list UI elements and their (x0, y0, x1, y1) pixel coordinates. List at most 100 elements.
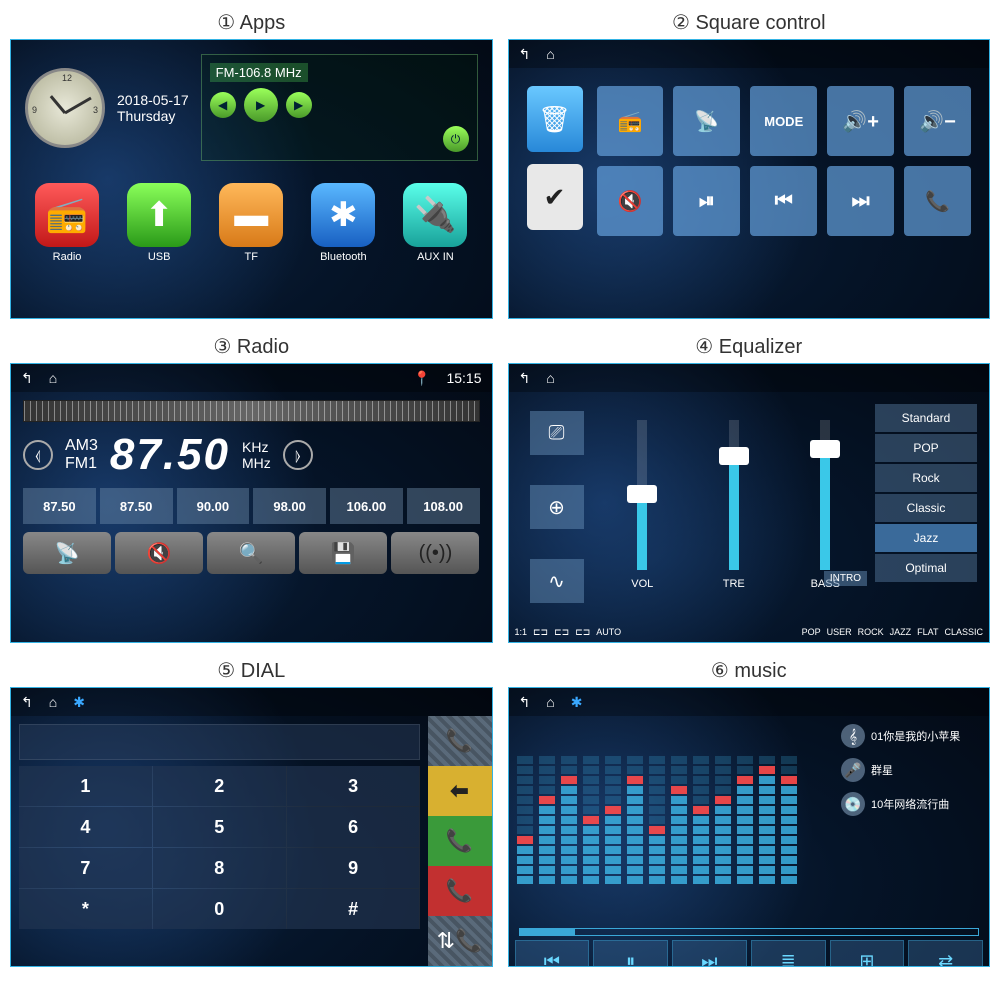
square-btn-1[interactable]: 📡 (673, 86, 740, 156)
music-prev-button[interactable]: ⏮ (515, 940, 590, 967)
back-icon[interactable]: ↰ (519, 46, 531, 63)
scan-button[interactable]: ((•)) (391, 532, 479, 574)
dial-foot-0[interactable]: 📞 (11, 966, 107, 967)
power-icon[interactable]: ⏻ (443, 126, 469, 152)
track-item-2[interactable]: 💿10年网络流行曲 (841, 792, 981, 816)
preset-3[interactable]: 98.00 (253, 488, 326, 524)
eq-foot-item[interactable]: 1:1 (515, 627, 528, 637)
square-btn-8[interactable]: ⏭ (827, 166, 894, 236)
eq-foot-item[interactable]: AUTO (596, 627, 621, 637)
clock-widget[interactable]: 9 12 3 (25, 68, 105, 148)
dial-foot-1[interactable]: 📖 (107, 966, 203, 967)
eq-preset-optimal[interactable]: Optimal (875, 554, 977, 582)
square-btn-5[interactable]: 🔇 (597, 166, 664, 236)
eq-foot-item[interactable]: CLASSIC (944, 627, 983, 637)
next-icon[interactable]: ▶ (286, 92, 312, 118)
preset-2[interactable]: 90.00 (177, 488, 250, 524)
music-next-button[interactable]: ⏭ (672, 940, 747, 967)
square-btn-0[interactable]: 📻 (597, 86, 664, 156)
radio-widget[interactable]: FM-106.8 MHz ◀ ▶ ▶ ⏻ (201, 54, 478, 161)
dial-foot-3[interactable]: 👥 (299, 966, 395, 967)
key-1[interactable]: 1 (19, 766, 152, 806)
eq-foot-item[interactable]: POP (802, 627, 821, 637)
eq-preset-standard[interactable]: Standard (875, 404, 977, 432)
confirm-button[interactable]: ✔ (527, 164, 583, 230)
eq-foot-item[interactable]: ⊏⊐ (575, 627, 590, 638)
key-8[interactable]: 8 (153, 848, 286, 888)
home-icon[interactable]: ⌂ (546, 694, 554, 710)
signal-button[interactable]: 📡 (23, 532, 111, 574)
eq-preset-classic[interactable]: Classic (875, 494, 977, 522)
square-btn-9[interactable]: 📞 (904, 166, 971, 236)
preset-4[interactable]: 106.00 (330, 488, 403, 524)
home-icon[interactable]: ⌂ (546, 46, 554, 62)
slider-tre[interactable]: TRE (714, 420, 754, 590)
play-icon[interactable]: ▶ (244, 88, 278, 122)
square-btn-2[interactable]: MODE (750, 86, 817, 156)
key-0[interactable]: 0 (153, 889, 286, 929)
music-shuffle-button[interactable]: ⇄ (908, 940, 983, 967)
back-icon[interactable]: ↰ (519, 370, 531, 387)
square-btn-3[interactable]: 🔊+ (827, 86, 894, 156)
app-tf[interactable]: ▬TF (219, 183, 283, 263)
eq-balance-icon[interactable]: ⊕ (530, 485, 584, 529)
square-btn-4[interactable]: 🔊− (904, 86, 971, 156)
eq-foot-item[interactable]: ⊏⊐ (554, 627, 569, 638)
key-6[interactable]: 6 (287, 807, 420, 847)
key-3[interactable]: 3 (287, 766, 420, 806)
eq-wave-icon[interactable]: ∿ (530, 559, 584, 603)
dial-foot-2[interactable]: ✱♫ (203, 966, 299, 967)
eq-foot-item[interactable]: ⊏⊐ (533, 627, 548, 638)
mute-button[interactable]: 🔇 (115, 532, 203, 574)
back-icon[interactable]: ↰ (519, 694, 531, 711)
music-list-button[interactable]: ≣ (751, 940, 826, 967)
app-aux in[interactable]: 🔌AUX IN (403, 183, 467, 263)
backspace-button[interactable]: ⬅ (428, 766, 492, 816)
swap-button[interactable]: ⇅📞 (428, 916, 492, 966)
track-item-0[interactable]: 𝄞01你是我的小苹果 (841, 724, 981, 748)
key-4[interactable]: 4 (19, 807, 152, 847)
eq-foot-item[interactable]: FLAT (917, 627, 938, 637)
home-icon[interactable]: ⌂ (546, 370, 554, 386)
music-pause-button[interactable]: ⏸ (593, 940, 668, 967)
key-*[interactable]: * (19, 889, 152, 929)
prev-icon[interactable]: ◀ (210, 92, 236, 118)
preset-5[interactable]: 108.00 (407, 488, 480, 524)
eq-foot-item[interactable]: ROCK (858, 627, 884, 637)
search-button[interactable]: 🔍 (207, 532, 295, 574)
key-5[interactable]: 5 (153, 807, 286, 847)
track-item-1[interactable]: 🎤群星 (841, 758, 981, 782)
preset-0[interactable]: 87.50 (23, 488, 96, 524)
eq-preset-rock[interactable]: Rock (875, 464, 977, 492)
key-#[interactable]: # (287, 889, 420, 929)
eq-foot-item[interactable]: JAZZ (890, 627, 912, 637)
slider-bass[interactable]: BASS (805, 420, 845, 590)
key-9[interactable]: 9 (287, 848, 420, 888)
save-button[interactable]: 💾 (299, 532, 387, 574)
call-button[interactable]: 📞 (428, 816, 492, 866)
square-btn-7[interactable]: ⏮ (750, 166, 817, 236)
square-btn-6[interactable]: ⏯ (673, 166, 740, 236)
trash-button[interactable]: 🗑 (527, 86, 583, 152)
key-2[interactable]: 2 (153, 766, 286, 806)
home-icon[interactable]: ⌂ (49, 694, 57, 710)
slider-vol[interactable]: VOL (622, 420, 662, 590)
eq-preset-pop[interactable]: POP (875, 434, 977, 462)
dial-answer-icon[interactable]: 📞 (428, 716, 492, 766)
progress-bar[interactable] (519, 928, 980, 936)
eq-preset-jazz[interactable]: Jazz (875, 524, 977, 552)
music-grid-button[interactable]: ⊞ (830, 940, 905, 967)
app-usb[interactable]: ⬆USB (127, 183, 191, 263)
eq-foot-item[interactable]: USER (827, 627, 852, 637)
dial-scale[interactable] (23, 400, 480, 422)
home-icon[interactable]: ⌂ (49, 370, 57, 386)
intro-button[interactable]: INTRO (824, 571, 867, 586)
key-7[interactable]: 7 (19, 848, 152, 888)
app-radio[interactable]: 📻Radio (35, 183, 99, 263)
preset-1[interactable]: 87.50 (100, 488, 173, 524)
dial-foot-4[interactable]: 🖭 (395, 966, 491, 967)
eq-sliders-icon[interactable]: ⎚ (530, 411, 584, 455)
next-station-button[interactable]: ⦊ (283, 440, 313, 470)
back-icon[interactable]: ↰ (21, 370, 33, 387)
back-icon[interactable]: ↰ (21, 694, 33, 711)
